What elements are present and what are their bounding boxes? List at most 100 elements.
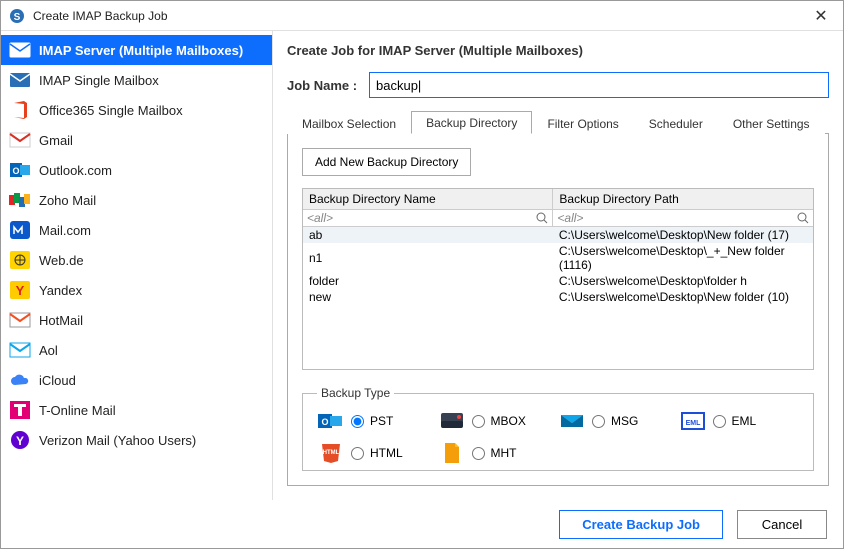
sidebar-item-mailcom[interactable]: Mail.com [1, 215, 272, 245]
sidebar-item-gmail[interactable]: Gmail [1, 125, 272, 155]
search-icon[interactable] [797, 212, 809, 224]
svg-text:O: O [12, 166, 19, 176]
col-header-name[interactable]: Backup Directory Name [303, 189, 553, 210]
sidebar-item-aol[interactable]: Aol [1, 335, 272, 365]
sidebar-item-office365[interactable]: Office365 Single Mailbox [1, 95, 272, 125]
radio-input[interactable] [592, 415, 605, 428]
msg-icon [558, 410, 586, 432]
job-name-label: Job Name : [287, 78, 369, 93]
table-row[interactable]: newC:\Users\welcome\Desktop\New folder (… [303, 289, 813, 305]
gmail-icon [9, 130, 31, 150]
yandex-icon: Y [9, 280, 31, 300]
sidebar-item-label: IMAP Server (Multiple Mailboxes) [39, 43, 243, 58]
tab-scheduler[interactable]: Scheduler [634, 112, 718, 134]
tabs: Mailbox Selection Backup Directory Filte… [287, 110, 829, 134]
sidebar-item-outlook[interactable]: O Outlook.com [1, 155, 272, 185]
backup-type-pst[interactable]: O PST [317, 410, 438, 432]
tab-mailbox-selection[interactable]: Mailbox Selection [287, 112, 411, 134]
window-title: Create IMAP Backup Job [33, 9, 807, 23]
directories-grid: Backup Directory Name Backup Directory P… [302, 188, 814, 370]
webde-icon [9, 250, 31, 270]
create-backup-job-button[interactable]: Create Backup Job [559, 510, 723, 539]
zoho-icon [9, 190, 31, 210]
sidebar-item-label: HotMail [39, 313, 83, 328]
pst-icon: O [317, 410, 345, 432]
office365-icon [9, 100, 31, 120]
tab-other-settings[interactable]: Other Settings [718, 112, 825, 134]
svg-text:S: S [14, 12, 21, 23]
svg-text:HTML: HTML [323, 450, 340, 456]
sidebar-item-label: Verizon Mail (Yahoo Users) [39, 433, 196, 448]
sidebar-item-label: Zoho Mail [39, 193, 96, 208]
backup-type-mbox[interactable]: MBOX [438, 410, 559, 432]
backup-type-mht[interactable]: MHT [438, 442, 559, 464]
add-backup-directory-button[interactable]: Add New Backup Directory [302, 148, 471, 176]
sidebar-item-label: Gmail [39, 133, 73, 148]
svg-text:EML: EML [685, 420, 701, 427]
job-name-input[interactable] [369, 72, 829, 98]
sidebar: IMAP Server (Multiple Mailboxes) IMAP Si… [1, 31, 273, 500]
table-row[interactable]: folderC:\Users\welcome\Desktop\folder h [303, 273, 813, 289]
mht-icon [438, 442, 466, 464]
cancel-button[interactable]: Cancel [737, 510, 827, 539]
backup-type-legend: Backup Type [317, 386, 394, 400]
envelope-icon [9, 70, 31, 90]
svg-text:Y: Y [16, 283, 25, 298]
footer: Create Backup Job Cancel [1, 500, 843, 548]
sidebar-item-label: T-Online Mail [39, 403, 116, 418]
tab-filter-options[interactable]: Filter Options [532, 112, 633, 134]
aol-icon [9, 340, 31, 360]
main-panel: Create Job for IMAP Server (Multiple Mai… [273, 31, 843, 500]
eml-icon: EML [679, 410, 707, 432]
app-icon: S [9, 8, 25, 24]
tab-panel-backup-directory: Add New Backup Directory Backup Director… [287, 134, 829, 486]
svg-text:O: O [321, 417, 328, 427]
radio-input[interactable] [472, 447, 485, 460]
sidebar-item-webde[interactable]: Web.de [1, 245, 272, 275]
yahoo-icon: Y [9, 430, 31, 450]
envelope-icon [9, 40, 31, 60]
sidebar-item-label: iCloud [39, 373, 76, 388]
table-row[interactable]: abC:\Users\welcome\Desktop\New folder (1… [303, 227, 813, 244]
sidebar-item-verizon[interactable]: Y Verizon Mail (Yahoo Users) [1, 425, 272, 455]
sidebar-item-label: IMAP Single Mailbox [39, 73, 159, 88]
mbox-icon [438, 410, 466, 432]
sidebar-item-label: Mail.com [39, 223, 91, 238]
sidebar-item-yandex[interactable]: Y Yandex [1, 275, 272, 305]
mailcom-icon [9, 220, 31, 240]
sidebar-item-imap-single[interactable]: IMAP Single Mailbox [1, 65, 272, 95]
sidebar-item-label: Aol [39, 343, 58, 358]
close-icon[interactable]: ✕ [807, 6, 835, 26]
sidebar-item-label: Yandex [39, 283, 82, 298]
col-header-path[interactable]: Backup Directory Path [553, 189, 813, 210]
titlebar: S Create IMAP Backup Job ✕ [1, 1, 843, 31]
tonline-icon [9, 400, 31, 420]
filter-path-input[interactable]: <all> [557, 211, 583, 225]
radio-input[interactable] [472, 415, 485, 428]
radio-input[interactable] [713, 415, 726, 428]
outlook-icon: O [9, 160, 31, 180]
backup-type-html[interactable]: HTML HTML [317, 442, 438, 464]
sidebar-item-zoho[interactable]: Zoho Mail [1, 185, 272, 215]
page-heading: Create Job for IMAP Server (Multiple Mai… [287, 43, 829, 58]
tab-backup-directory[interactable]: Backup Directory [411, 111, 532, 134]
svg-text:Y: Y [16, 434, 24, 448]
backup-type-msg[interactable]: MSG [558, 410, 679, 432]
sidebar-item-icloud[interactable]: iCloud [1, 365, 272, 395]
search-icon[interactable] [536, 212, 548, 224]
radio-input[interactable] [351, 415, 364, 428]
sidebar-item-label: Office365 Single Mailbox [39, 103, 183, 118]
filter-name-input[interactable]: <all> [307, 211, 333, 225]
sidebar-item-tonline[interactable]: T-Online Mail [1, 395, 272, 425]
sidebar-item-imap-multiple[interactable]: IMAP Server (Multiple Mailboxes) [1, 35, 272, 65]
sidebar-item-label: Outlook.com [39, 163, 112, 178]
sidebar-item-hotmail[interactable]: HotMail [1, 305, 272, 335]
table-row[interactable]: n1C:\Users\welcome\Desktop\_+_New folder… [303, 243, 813, 273]
radio-input[interactable] [351, 447, 364, 460]
backup-type-eml[interactable]: EML EML [679, 410, 800, 432]
html-icon: HTML [317, 442, 345, 464]
sidebar-item-label: Web.de [39, 253, 84, 268]
hotmail-icon [9, 310, 31, 330]
backup-type-group: Backup Type O PST MBOX MSG [302, 386, 814, 471]
icloud-icon [9, 370, 31, 390]
